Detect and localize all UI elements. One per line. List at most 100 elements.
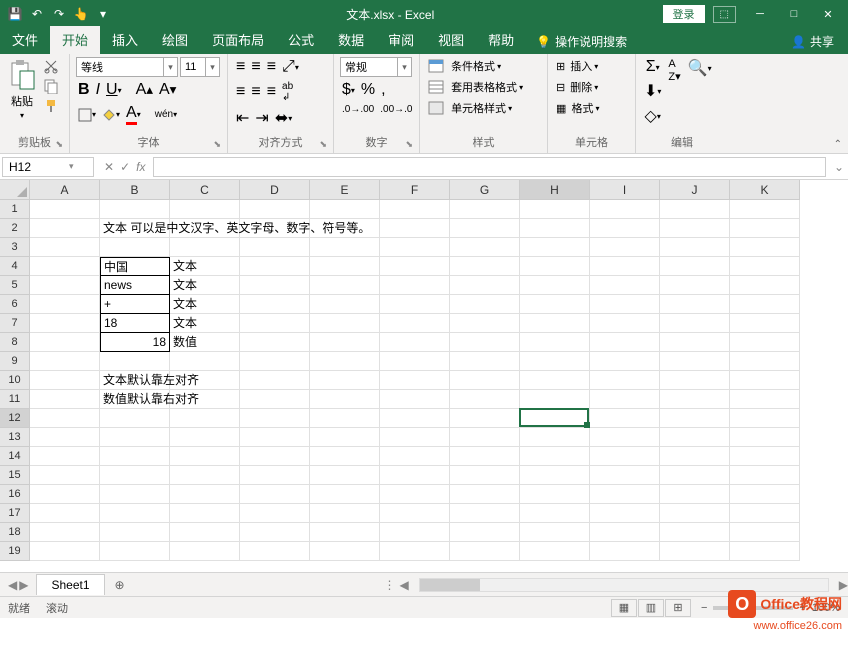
cell[interactable] <box>310 409 380 428</box>
cells-area[interactable]: 文本 可以是中文汉字、英文字母、数字、符号等。中国文本news文本+文本18文本… <box>30 200 800 561</box>
cell[interactable] <box>170 409 240 428</box>
cell[interactable] <box>380 428 450 447</box>
page-break-view-button[interactable]: ⊞ <box>665 599 691 617</box>
cell[interactable] <box>30 409 100 428</box>
cell[interactable] <box>520 447 590 466</box>
tab-split-icon[interactable]: ⋮ <box>379 578 399 592</box>
cell[interactable] <box>310 485 380 504</box>
cell[interactable] <box>590 200 660 219</box>
cell[interactable] <box>380 447 450 466</box>
cell[interactable] <box>30 238 100 257</box>
cell[interactable] <box>30 447 100 466</box>
tab-review[interactable]: 审阅 <box>376 26 426 54</box>
cell[interactable]: 文本 <box>170 295 240 314</box>
cell[interactable] <box>310 523 380 542</box>
row-header[interactable]: 13 <box>0 428 30 447</box>
align-bottom-button[interactable]: ≡ <box>265 57 278 77</box>
cell[interactable] <box>590 409 660 428</box>
wrap-text-button[interactable]: ab↲ <box>280 80 295 104</box>
sheet-nav-prev-icon[interactable]: ◀ <box>8 578 17 592</box>
cell[interactable] <box>240 295 310 314</box>
cell[interactable] <box>170 542 240 561</box>
cell[interactable] <box>590 504 660 523</box>
tab-help[interactable]: 帮助 <box>476 26 526 54</box>
cell[interactable] <box>660 523 730 542</box>
cell[interactable] <box>590 333 660 352</box>
cell[interactable] <box>520 314 590 333</box>
column-header[interactable]: B <box>100 180 170 200</box>
cell[interactable] <box>30 390 100 409</box>
cell[interactable] <box>660 276 730 295</box>
cell[interactable] <box>380 276 450 295</box>
cell[interactable] <box>730 485 800 504</box>
cell[interactable] <box>660 409 730 428</box>
cell[interactable] <box>240 523 310 542</box>
insert-cells-button[interactable]: ⊞ 插入▾ <box>554 57 600 75</box>
accounting-format-button[interactable]: $▾ <box>340 80 357 100</box>
cell[interactable] <box>450 200 520 219</box>
cell[interactable] <box>520 371 590 390</box>
sheet-nav-next-icon[interactable]: ▶ <box>19 578 28 592</box>
cell[interactable] <box>520 352 590 371</box>
cell[interactable] <box>450 485 520 504</box>
cell[interactable] <box>660 200 730 219</box>
cell[interactable] <box>100 409 170 428</box>
percent-button[interactable]: % <box>359 80 377 100</box>
cell[interactable] <box>730 257 800 276</box>
cell[interactable] <box>520 238 590 257</box>
column-header[interactable]: C <box>170 180 240 200</box>
tab-data[interactable]: 数据 <box>326 26 376 54</box>
number-format-combo[interactable]: ▾ <box>340 57 412 77</box>
cell[interactable] <box>240 371 310 390</box>
column-header[interactable]: D <box>240 180 310 200</box>
cell[interactable] <box>170 352 240 371</box>
cell[interactable] <box>730 238 800 257</box>
find-select-button[interactable]: 🔍▾ <box>686 57 714 79</box>
cell[interactable] <box>30 200 100 219</box>
cell[interactable] <box>240 352 310 371</box>
align-left-button[interactable]: ≡ <box>234 82 247 102</box>
cell[interactable] <box>450 371 520 390</box>
cell[interactable] <box>310 333 380 352</box>
tab-view[interactable]: 视图 <box>426 26 476 54</box>
cell[interactable] <box>590 428 660 447</box>
align-top-button[interactable]: ≡ <box>234 57 247 77</box>
cell[interactable] <box>520 295 590 314</box>
column-header[interactable]: K <box>730 180 800 200</box>
close-button[interactable]: ✕ <box>812 2 844 26</box>
increase-font-button[interactable]: A▴ <box>134 80 155 100</box>
comma-button[interactable]: , <box>379 80 387 100</box>
cell[interactable] <box>450 352 520 371</box>
alignment-dialog-icon[interactable]: ⬊ <box>319 139 327 150</box>
row-header[interactable]: 1 <box>0 200 30 219</box>
cell[interactable] <box>450 428 520 447</box>
cell[interactable] <box>100 466 170 485</box>
cell[interactable] <box>450 523 520 542</box>
cell[interactable] <box>590 466 660 485</box>
tab-formulas[interactable]: 公式 <box>276 26 326 54</box>
cell[interactable]: 文本 <box>170 314 240 333</box>
format-painter-button[interactable] <box>41 97 61 115</box>
cell[interactable] <box>520 485 590 504</box>
column-header[interactable]: F <box>380 180 450 200</box>
cell[interactable] <box>30 276 100 295</box>
cell[interactable] <box>590 523 660 542</box>
cell[interactable] <box>30 428 100 447</box>
column-header[interactable]: A <box>30 180 100 200</box>
row-header[interactable]: 5 <box>0 276 30 295</box>
cell[interactable] <box>310 276 380 295</box>
cell[interactable] <box>30 352 100 371</box>
cell[interactable] <box>30 314 100 333</box>
cell[interactable] <box>590 371 660 390</box>
cell[interactable] <box>660 238 730 257</box>
cell[interactable] <box>730 314 800 333</box>
cell[interactable] <box>100 428 170 447</box>
delete-cells-button[interactable]: ⊟ 删除▾ <box>554 78 600 96</box>
cell[interactable]: 文本 <box>170 257 240 276</box>
align-right-button[interactable]: ≡ <box>265 82 278 102</box>
cell[interactable] <box>240 200 310 219</box>
sheet-tab[interactable]: Sheet1 <box>36 574 104 595</box>
cell[interactable] <box>520 200 590 219</box>
cell[interactable] <box>310 371 380 390</box>
cell[interactable] <box>730 542 800 561</box>
